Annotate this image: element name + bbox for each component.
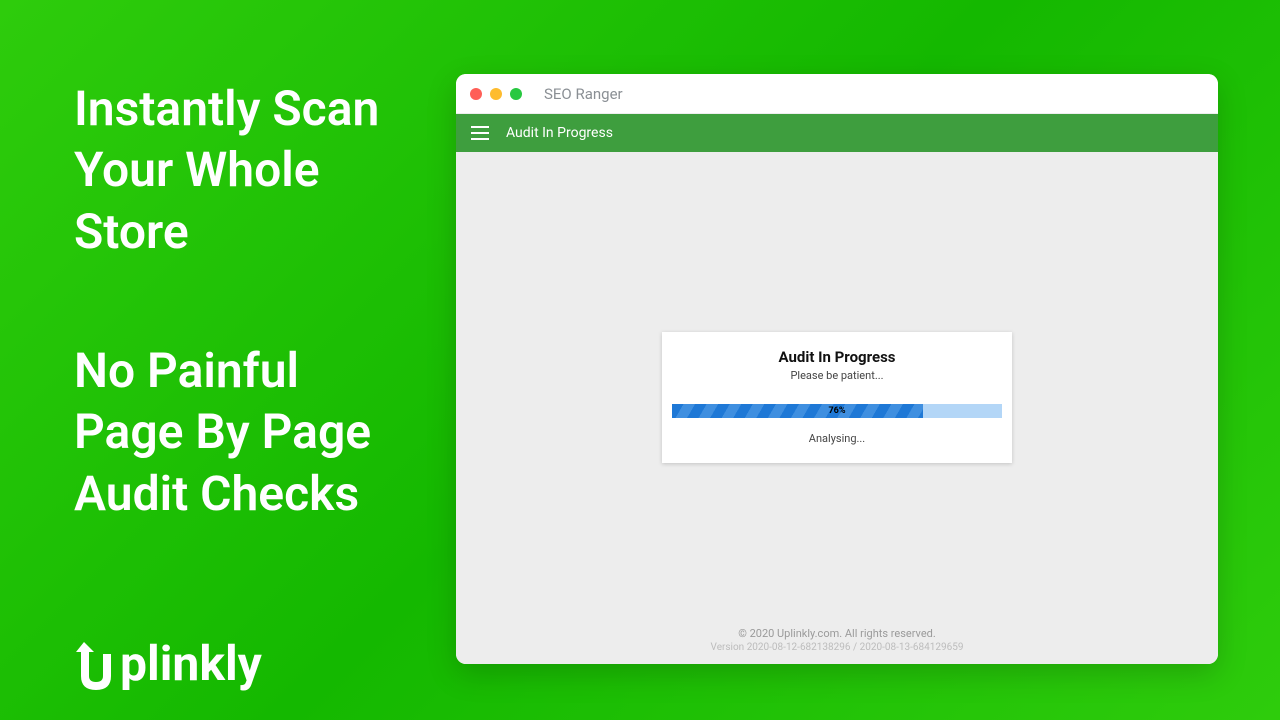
card-title: Audit In Progress: [672, 348, 1002, 366]
close-icon[interactable]: [470, 88, 482, 100]
menu-icon[interactable]: [470, 123, 490, 143]
app-footer: © 2020 Uplinkly.com. All rights reserved…: [456, 616, 1218, 664]
marketing-headline-2: No PainfulPage By PageAudit Checks: [74, 340, 371, 524]
progress-card: Audit In Progress Please be patient... 7…: [662, 332, 1012, 463]
footer-copyright: © 2020 Uplinkly.com. All rights reserved…: [738, 627, 936, 640]
progress-label: 76%: [672, 404, 1002, 418]
app-toolbar: Audit In Progress: [456, 114, 1218, 152]
footer-version: Version 2020-08-12-682138296 / 2020-08-1…: [711, 642, 964, 653]
up-arrow-icon: [74, 640, 118, 692]
card-subtitle: Please be patient...: [672, 369, 1002, 382]
window-title: SEO Ranger: [544, 85, 623, 103]
maximize-icon[interactable]: [510, 88, 522, 100]
card-status: Analysing...: [672, 432, 1002, 445]
app-body: Audit In Progress Please be patient... 7…: [456, 152, 1218, 616]
window-titlebar: SEO Ranger: [456, 74, 1218, 114]
app-window: SEO Ranger Audit In Progress Audit In Pr…: [456, 74, 1218, 664]
minimize-icon[interactable]: [490, 88, 502, 100]
marketing-headline-1: Instantly ScanYour WholeStore: [74, 78, 379, 262]
brand-text: plinkly: [120, 635, 262, 692]
progress-bar: 76%: [672, 404, 1002, 418]
brand-logo: plinkly: [74, 635, 262, 692]
appbar-title: Audit In Progress: [506, 125, 613, 141]
